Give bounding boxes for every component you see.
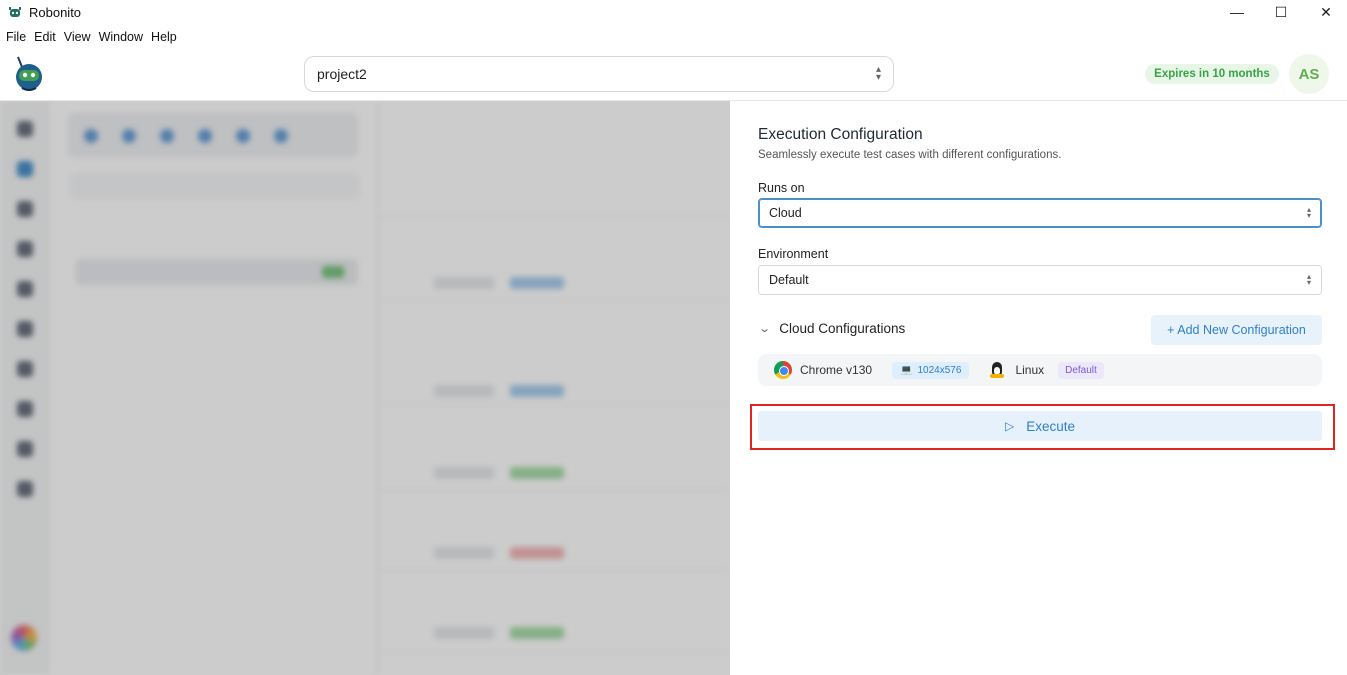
modal-overlay[interactable] (0, 101, 730, 675)
linux-icon (989, 361, 1005, 379)
cloud-configuration-row[interactable]: Chrome v130 💻 1024x576 Linux Default (758, 354, 1322, 386)
subscription-expiry-badge: Expires in 10 months (1145, 64, 1279, 84)
environment-label: Environment (758, 247, 829, 261)
cloud-configurations-toggle[interactable]: ⌄ Cloud Configurations (758, 321, 906, 336)
menu-help[interactable]: Help (151, 30, 177, 44)
environment-value: Default (769, 273, 809, 287)
project-selector-value: project2 (317, 66, 367, 82)
highlight-box (750, 404, 1335, 450)
runs-on-select[interactable]: Cloud ▴ ▾ (758, 198, 1322, 228)
cloud-configurations-label: Cloud Configurations (779, 321, 906, 336)
window-title: Robonito (29, 4, 82, 20)
project-selector[interactable]: project2 ▴ ▾ (304, 56, 894, 92)
add-new-configuration-button[interactable]: + Add New Configuration (1151, 315, 1322, 345)
title-bar: Robonito (0, 0, 1347, 24)
environment-select[interactable]: Default ▴ ▾ (758, 265, 1322, 295)
resolution-value: 1024x576 (917, 364, 962, 376)
close-button[interactable]: ✕ (1303, 0, 1347, 24)
resolution-badge: 💻 1024x576 (892, 361, 970, 379)
minimize-button[interactable]: — (1214, 0, 1260, 24)
drawer-title: Execution Configuration (758, 126, 923, 143)
background-workspace (0, 101, 730, 675)
os-name: Linux (1015, 363, 1045, 377)
user-avatar[interactable]: AS (1289, 54, 1329, 94)
maximize-button[interactable]: ☐ (1258, 0, 1304, 24)
runs-on-label: Runs on (758, 181, 805, 195)
chevron-up-down-icon: ▴ ▾ (1306, 272, 1311, 287)
robonito-app-icon (9, 7, 21, 17)
execution-configuration-drawer: Execution Configuration Seamlessly execu… (730, 101, 1347, 675)
robonito-logo[interactable] (11, 55, 47, 93)
default-badge: Default (1058, 361, 1104, 379)
chevron-down-icon: ⌄ (758, 323, 772, 335)
chevron-up-down-icon: ▴ ▾ (1306, 205, 1311, 220)
runs-on-value: Cloud (769, 206, 802, 220)
menu-bar: File Edit View Window Help (0, 26, 179, 48)
chevron-up-down-icon: ▴ ▾ (875, 64, 881, 83)
menu-file[interactable]: File (6, 30, 26, 44)
menu-window[interactable]: Window (99, 30, 143, 44)
menu-view[interactable]: View (64, 30, 91, 44)
chrome-icon (774, 361, 792, 379)
menu-edit[interactable]: Edit (34, 30, 56, 44)
drawer-subtitle: Seamlessly execute test cases with diffe… (758, 149, 1062, 161)
browser-version: Chrome v130 (800, 363, 873, 377)
laptop-icon: 💻 (900, 364, 913, 376)
